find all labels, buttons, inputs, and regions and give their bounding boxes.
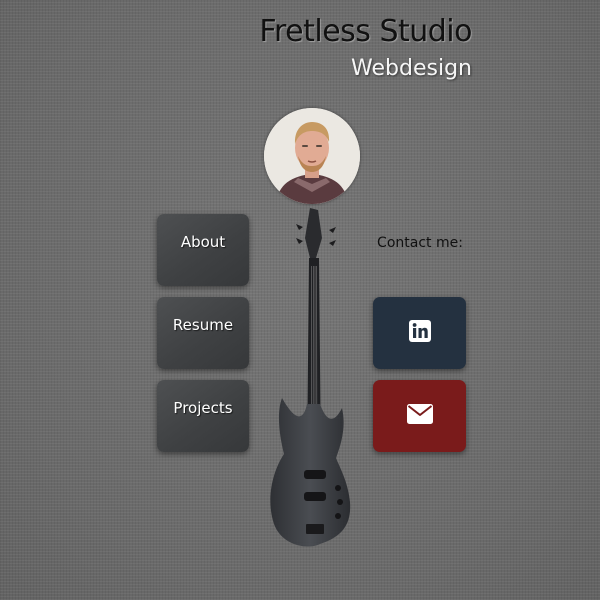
profile-photo [264,108,360,204]
bass-guitar-illustration [262,206,362,557]
site-title: Fretless Studio [259,14,472,49]
linkedin-icon [408,319,431,347]
projects-button[interactable]: Projects [157,380,249,452]
email-button[interactable] [373,380,466,452]
contact-label: Contact me: [377,235,463,251]
projects-button-label: Projects [173,399,233,417]
envelope-icon [406,403,433,429]
site-subtitle: Webdesign [351,56,472,81]
about-button[interactable]: About [157,214,249,286]
resume-button-label: Resume [172,316,234,334]
resume-button[interactable]: Resume [157,297,249,369]
about-button-label: About [180,233,226,251]
linkedin-button[interactable] [373,297,466,369]
